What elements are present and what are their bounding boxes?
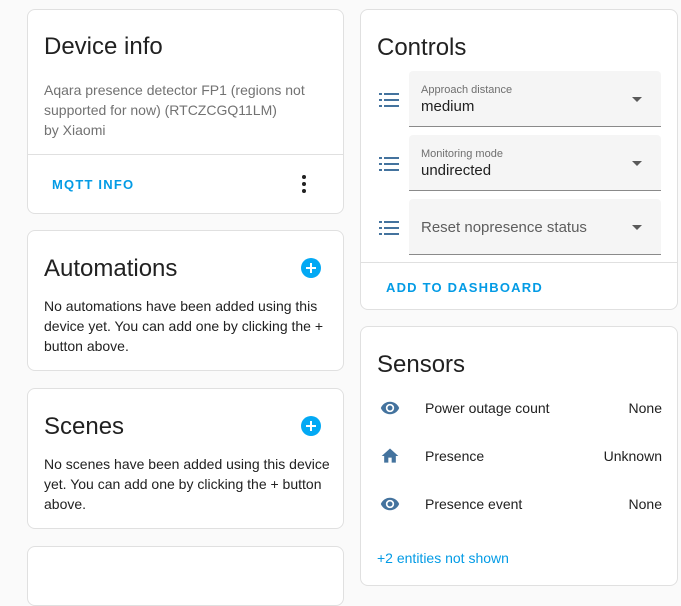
select-placeholder: Reset nopresence status bbox=[421, 219, 587, 236]
overflow-menu-icon[interactable] bbox=[292, 170, 316, 198]
monitoring-mode-select[interactable]: Monitoring mode undirected bbox=[409, 135, 661, 191]
add-scene-icon[interactable] bbox=[301, 416, 321, 436]
card-divider bbox=[28, 154, 343, 155]
format-list-icon bbox=[379, 157, 399, 171]
sensors-card: Sensors Power outage count None Presence… bbox=[360, 326, 678, 586]
device-info-title: Device info bbox=[44, 33, 163, 60]
sensor-value: None bbox=[628, 496, 662, 512]
chevron-down-icon bbox=[632, 161, 642, 166]
hidden-entities-link[interactable]: +2 entities not shown bbox=[377, 550, 509, 566]
sensor-row-presence-event[interactable]: Presence event None bbox=[361, 484, 677, 524]
controls-title: Controls bbox=[377, 34, 467, 61]
format-list-icon bbox=[379, 221, 399, 235]
automations-title: Automations bbox=[44, 255, 178, 282]
scenes-empty-text: No scenes have been added using this dev… bbox=[44, 456, 330, 512]
sensor-name: Power outage count bbox=[425, 400, 550, 416]
controls-card: Controls Approach distance medium Monito… bbox=[360, 9, 678, 310]
sensors-title: Sensors bbox=[377, 351, 466, 378]
sensor-value: None bbox=[628, 400, 662, 416]
approach-distance-select[interactable]: Approach distance medium bbox=[409, 71, 661, 127]
sensor-name: Presence event bbox=[425, 496, 523, 512]
select-label: Monitoring mode bbox=[421, 148, 503, 160]
select-value: medium bbox=[421, 98, 475, 115]
format-list-icon bbox=[379, 93, 399, 107]
device-info-card: Device info Aqara presence detector FP1 … bbox=[27, 9, 344, 214]
eye-icon bbox=[380, 497, 400, 511]
scenes-card: Scenes No scenes have been added using t… bbox=[27, 388, 344, 529]
sensor-row-presence[interactable]: Presence Unknown bbox=[361, 436, 677, 476]
device-model: Aqara presence detector FP1 (regions not… bbox=[44, 82, 305, 118]
chevron-down-icon bbox=[632, 97, 642, 102]
select-label: Approach distance bbox=[421, 84, 513, 96]
card-divider bbox=[361, 262, 677, 263]
add-automation-icon[interactable] bbox=[301, 258, 321, 278]
sensor-value: Unknown bbox=[603, 448, 662, 464]
select-value: undirected bbox=[421, 162, 492, 179]
automations-empty-text: No automations have been added using thi… bbox=[44, 298, 324, 354]
scripts-card bbox=[27, 546, 344, 606]
mqtt-info-button[interactable]: MQTT INFO bbox=[52, 177, 134, 192]
add-to-dashboard-button[interactable]: ADD TO DASHBOARD bbox=[386, 280, 543, 295]
home-icon bbox=[381, 448, 399, 463]
automations-card: Automations No automations have been add… bbox=[27, 230, 344, 371]
reset-nopresence-select[interactable]: Reset nopresence status bbox=[409, 199, 661, 255]
sensor-row-power-outage-count[interactable]: Power outage count None bbox=[361, 388, 677, 428]
device-manufacturer: by Xiaomi bbox=[44, 122, 106, 138]
chevron-down-icon bbox=[632, 225, 642, 230]
device-description: Aqara presence detector FP1 (regions not… bbox=[44, 80, 334, 140]
scenes-title: Scenes bbox=[44, 413, 125, 440]
eye-icon bbox=[380, 401, 400, 415]
sensor-name: Presence bbox=[425, 448, 485, 464]
